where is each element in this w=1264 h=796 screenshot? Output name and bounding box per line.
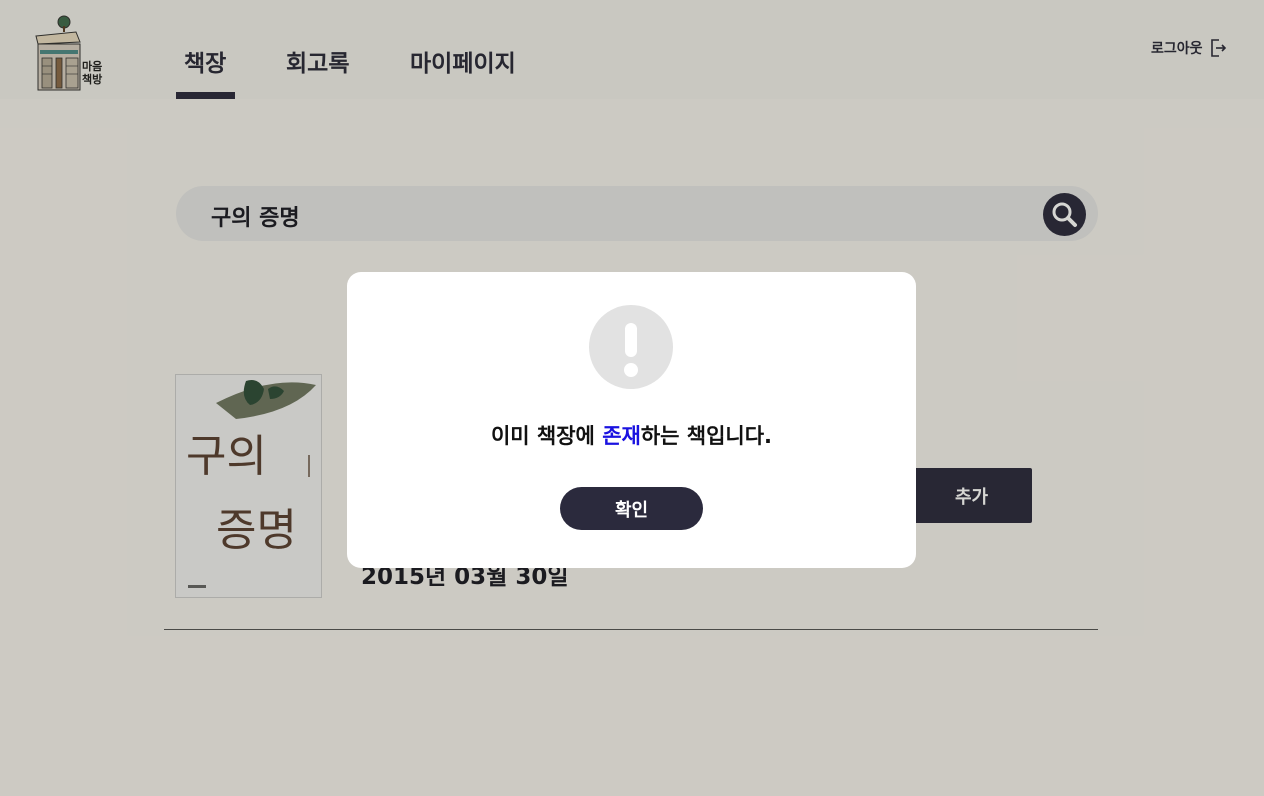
modal-message-before: 이미 책장에	[490, 424, 603, 448]
confirm-button[interactable]: 확인	[560, 487, 703, 530]
exclamation-icon	[589, 305, 673, 389]
modal-message: 이미 책장에 존재하는 책입니다.	[347, 420, 916, 450]
alert-modal: 이미 책장에 존재하는 책입니다. 확인	[347, 272, 916, 568]
modal-message-highlight: 존재	[602, 424, 641, 448]
modal-message-after: 하는 책입니다.	[640, 424, 773, 448]
